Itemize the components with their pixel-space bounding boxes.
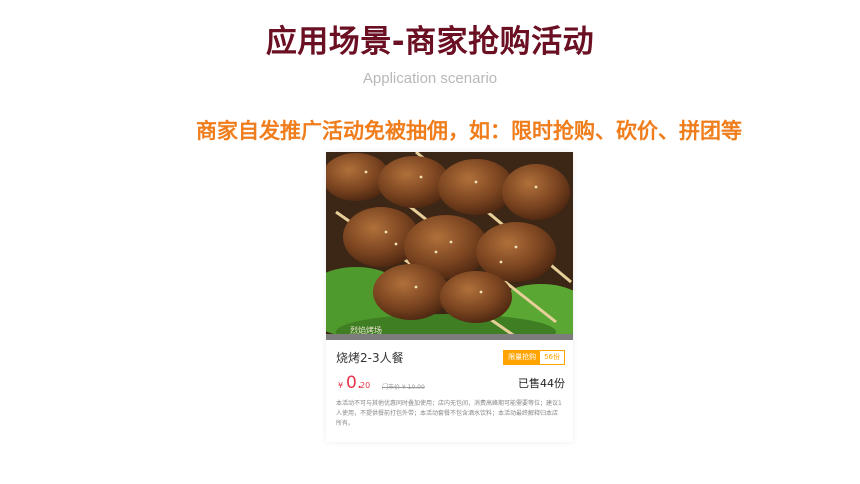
shop-name-caption: 烈焰烤场	[350, 326, 382, 335]
badge-count: 56份	[540, 351, 564, 364]
slide-subtitle: Application scenario	[362, 70, 498, 87]
slide-headline: 商家自发推广活动免被抽佣，如：限时抢购、砍价、拼团等	[196, 119, 742, 143]
limited-sale-badge: 限量抢购 56份	[503, 350, 565, 365]
currency-symbol: ¥	[338, 381, 344, 390]
product-name: 烧烤2-3人餐	[336, 351, 404, 365]
original-price: 门市价 ¥ 10.00	[382, 384, 425, 391]
bbq-skewers-image	[326, 152, 573, 340]
deal-card[interactable]: 烈焰烤场 烧烤2-3人餐 限量抢购 56份 ¥ 0. 20 门市价 ¥ 10.0…	[326, 152, 573, 442]
deal-info: 烧烤2-3人餐 限量抢购 56份 ¥ 0. 20 门市价 ¥ 10.00 已售4…	[326, 340, 573, 442]
sale-price-decimal: 20	[360, 381, 371, 390]
terms-text: 本活动不可与其他优惠同时叠加使用；店内无包间，消费高峰期可能需要等位；建议1人使…	[336, 400, 562, 427]
slide-title: 应用场景-商家抢购活动	[265, 24, 595, 60]
food-photo: 烈焰烤场	[326, 152, 573, 340]
badge-label: 限量抢购	[504, 351, 541, 364]
sold-count: 已售44份	[518, 377, 565, 390]
